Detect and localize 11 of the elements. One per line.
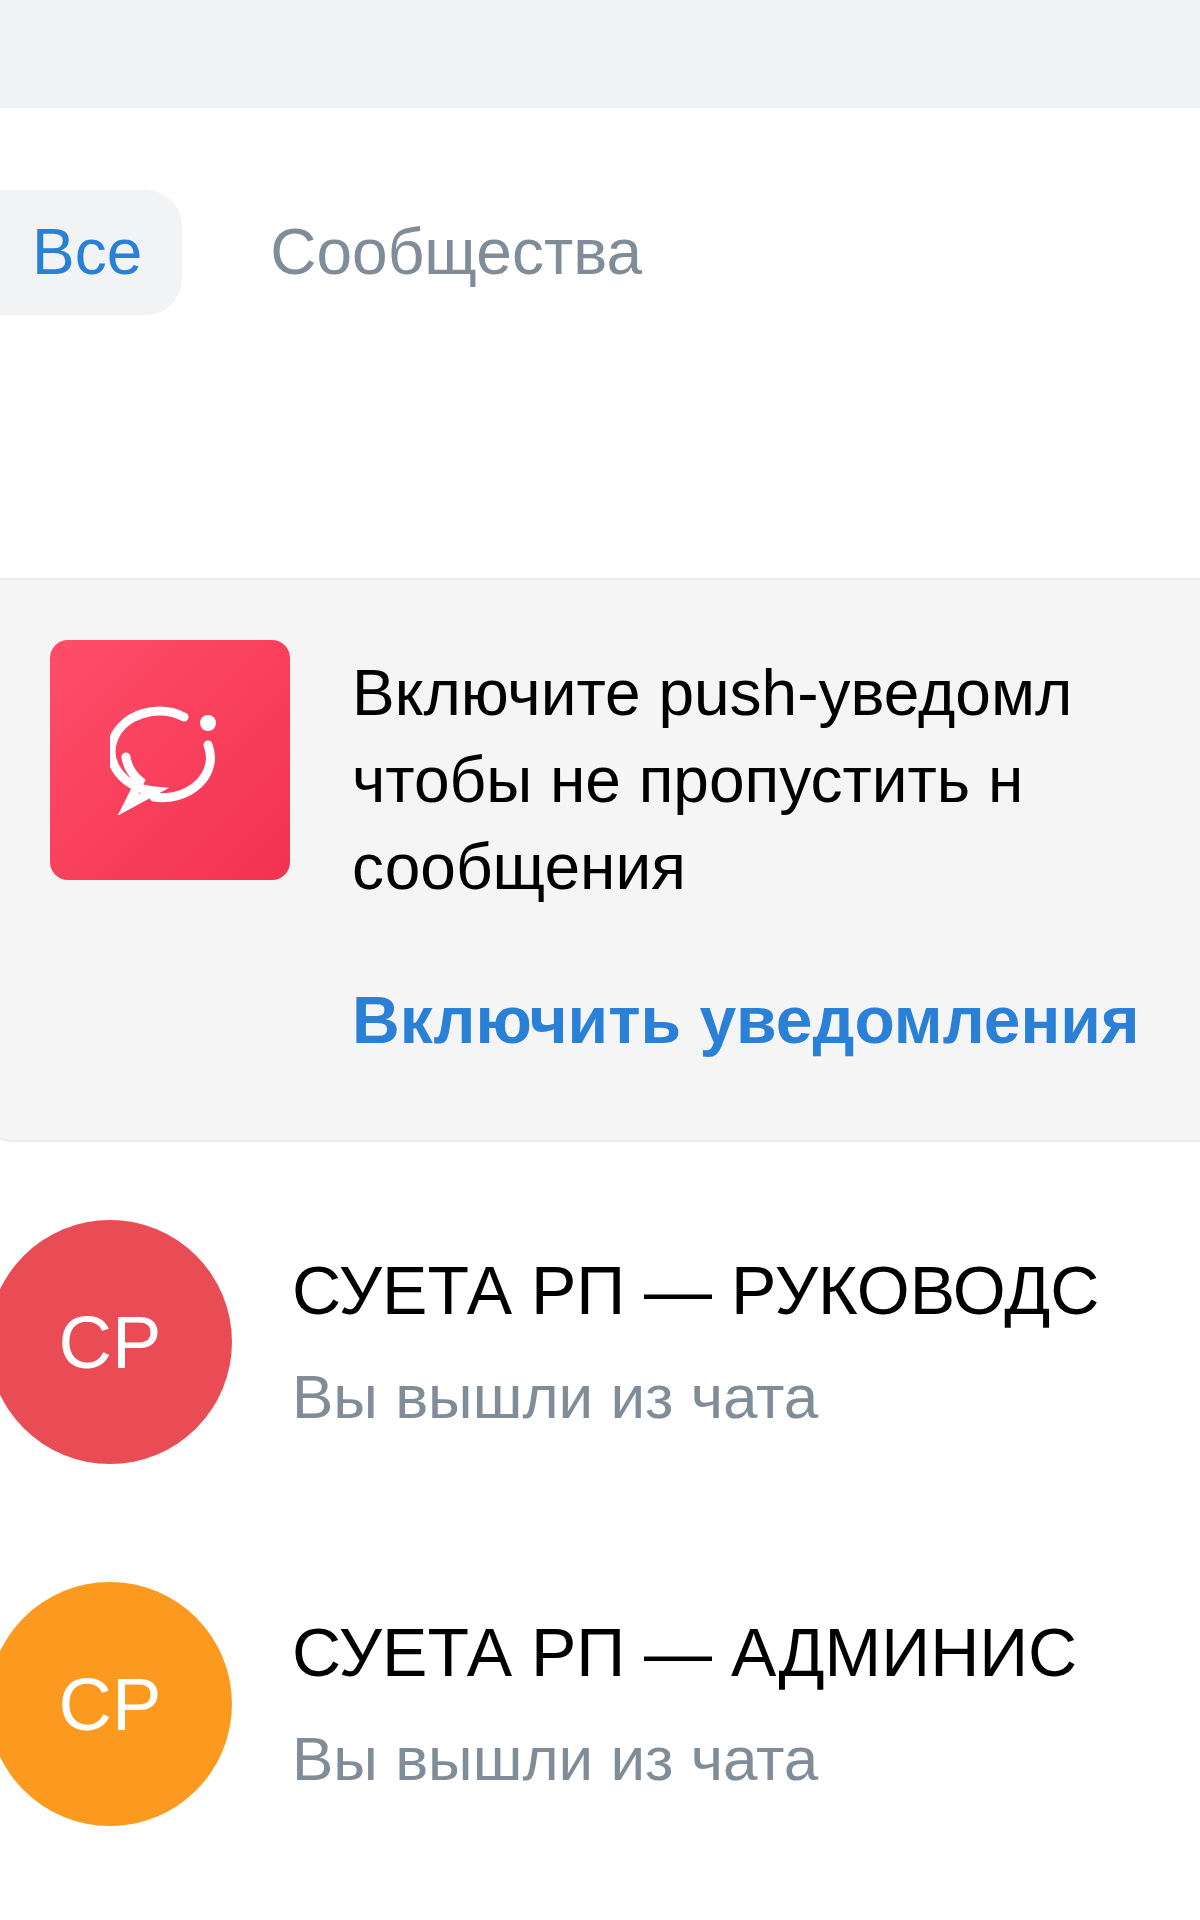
chat-title[interactable]: СУЕТА РП — АДМИНИС (292, 1612, 1078, 1694)
chat-bubble-icon (50, 640, 290, 880)
chat-title[interactable]: СУЕТА РП — РУКОВОДС (292, 1250, 1100, 1332)
avatar: СР (0, 1220, 232, 1464)
chat-preview: Вы вышли из чата (292, 1360, 820, 1433)
tab[interactable]: Сообщества (238, 190, 683, 315)
chat-preview: Вы вышли из чата (292, 1722, 820, 1795)
banner-message: Включите push-уведомл чтобы не пропустить н сообщения (352, 656, 1074, 905)
enable-notifications-link[interactable]: Включить уведомления (352, 971, 1140, 1070)
tab[interactable]: Все (0, 190, 183, 315)
avatar: СР (0, 1582, 232, 1826)
